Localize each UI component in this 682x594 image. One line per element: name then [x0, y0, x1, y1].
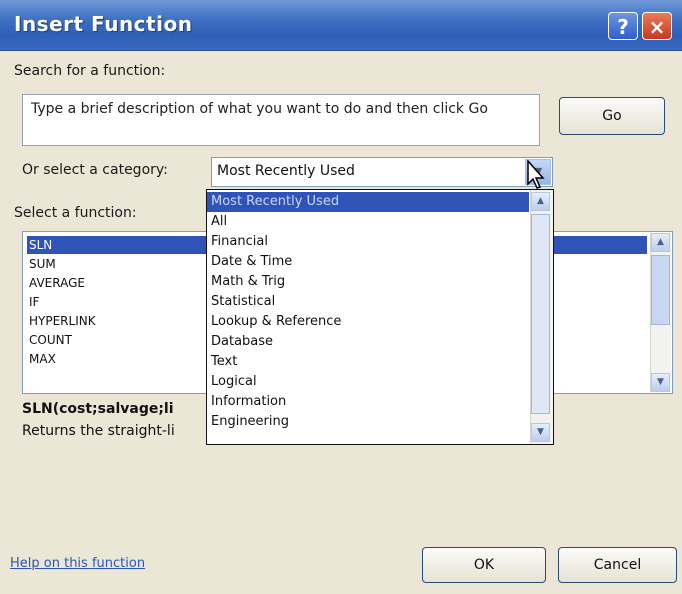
function-syntax: SLN(cost;salvage;li	[22, 401, 174, 417]
category-label: Or select a category:	[22, 162, 168, 178]
close-icon: ×	[648, 15, 666, 39]
mouse-pointer-icon	[527, 160, 545, 189]
function-list-scrollbar[interactable]: ▲ ▼	[650, 233, 671, 392]
close-button[interactable]: ×	[642, 12, 672, 40]
search-input[interactable]: Type a brief description of what you wan…	[22, 94, 540, 146]
category-option[interactable]: Engineering	[207, 412, 529, 432]
function-description: Returns the straight-li	[22, 423, 175, 439]
scroll-thumb[interactable]	[531, 214, 550, 414]
dialog-title: Insert Function	[14, 12, 193, 36]
category-option[interactable]: Financial	[207, 232, 529, 252]
category-option[interactable]: Database	[207, 332, 529, 352]
scroll-thumb[interactable]	[651, 255, 670, 325]
category-option[interactable]: All	[207, 212, 529, 232]
search-label: Search for a function:	[14, 63, 166, 79]
category-option[interactable]: Math & Trig	[207, 272, 529, 292]
cancel-label: Cancel	[593, 557, 642, 573]
ok-button[interactable]: OK	[422, 547, 546, 583]
go-button[interactable]: Go	[559, 97, 665, 135]
function-list-label: Select a function:	[14, 205, 137, 221]
cancel-button[interactable]: Cancel	[558, 547, 677, 583]
ok-label: OK	[473, 557, 495, 573]
category-selected-value: Most Recently Used	[217, 163, 355, 179]
title-bar: Insert Function ? ×	[0, 0, 682, 51]
go-label: Go	[602, 108, 622, 124]
category-select[interactable]: Most Recently Used ▼	[211, 157, 553, 187]
category-scrollbar[interactable]: ▲ ▼	[530, 190, 553, 444]
scroll-down-icon[interactable]: ▼	[651, 373, 670, 392]
category-option[interactable]: Date & Time	[207, 252, 529, 272]
category-option[interactable]: Statistical	[207, 292, 529, 312]
category-option[interactable]: Text	[207, 352, 529, 372]
insert-function-dialog: Insert Function ? × Search for a functio…	[0, 0, 682, 594]
category-option[interactable]: Logical	[207, 372, 529, 392]
category-option[interactable]: Most Recently Used	[207, 192, 529, 212]
question-icon: ?	[617, 15, 629, 39]
category-option[interactable]: Information	[207, 392, 529, 412]
category-option[interactable]: Lookup & Reference	[207, 312, 529, 332]
category-dropdown-list[interactable]: Most Recently Used All Financial Date & …	[206, 189, 554, 445]
help-button[interactable]: ?	[608, 12, 638, 40]
scroll-up-icon[interactable]: ▲	[531, 192, 550, 211]
scroll-down-icon[interactable]: ▼	[531, 423, 550, 442]
help-on-function-link[interactable]: Help on this function	[10, 556, 145, 571]
scroll-up-icon[interactable]: ▲	[651, 233, 670, 252]
search-placeholder: Type a brief description of what you wan…	[31, 101, 488, 117]
